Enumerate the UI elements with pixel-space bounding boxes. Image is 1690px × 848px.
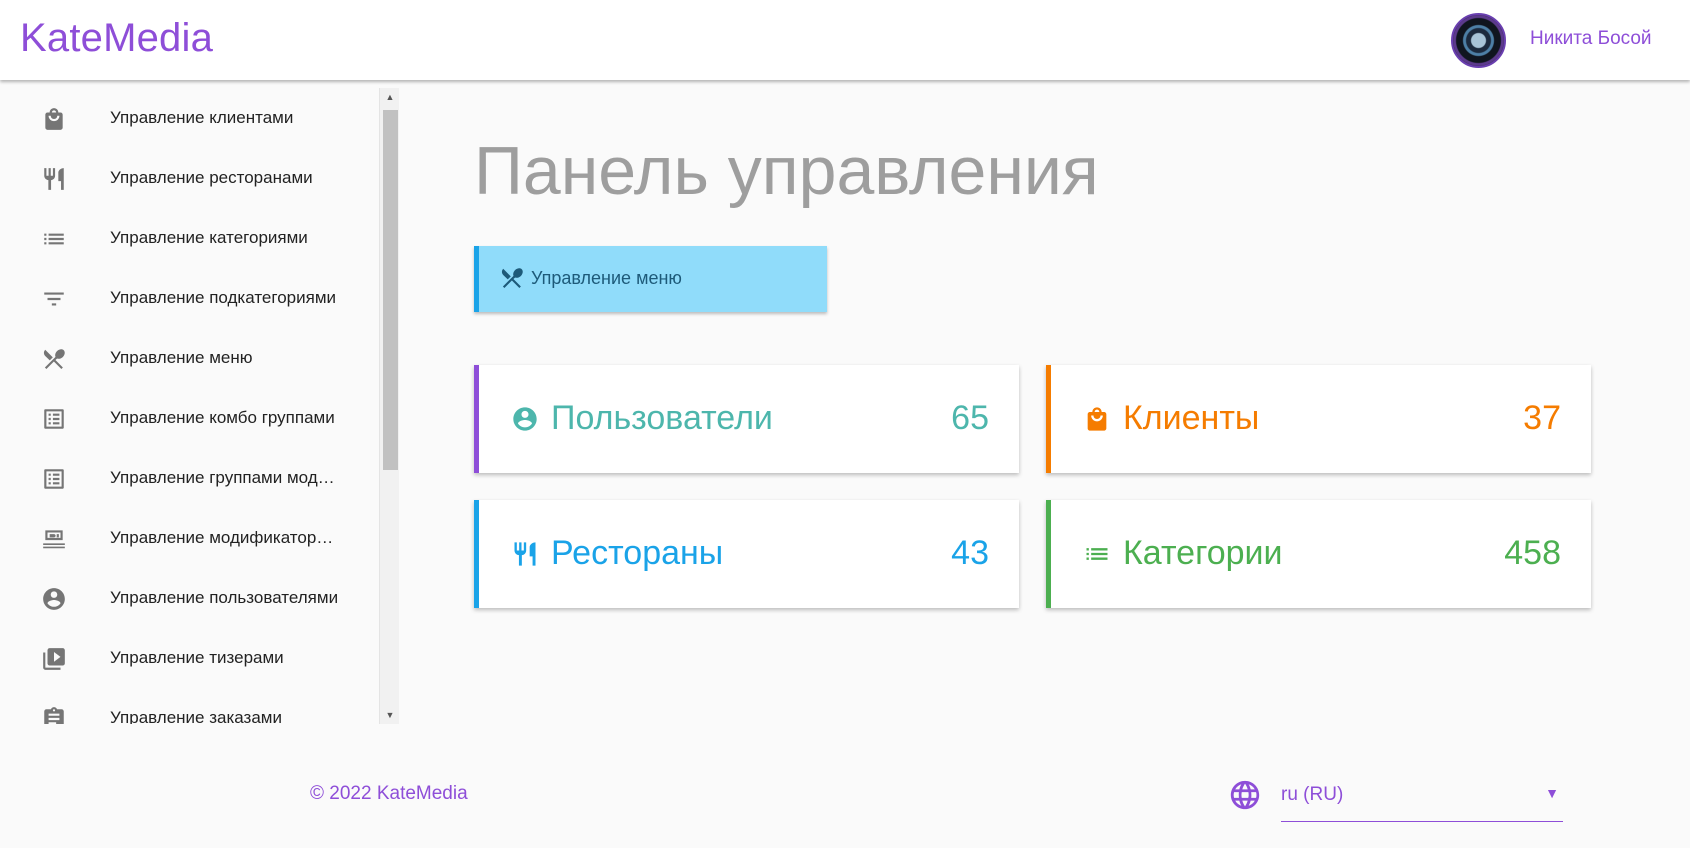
stat-card-label: Пользователи	[551, 399, 773, 437]
account-circle-icon	[511, 405, 539, 433]
language-value: ru (RU)	[1281, 784, 1344, 805]
menu-management-label: Управление меню	[531, 268, 682, 288]
sidebar-scrollbar[interactable]: ▲ ▼	[379, 88, 399, 724]
chevron-down-icon: ▼	[1545, 785, 1559, 801]
language-select[interactable]: ru (RU) ▼	[1281, 772, 1563, 822]
sidebar-item-label: Управление заказами	[110, 708, 282, 724]
stat-card-categories[interactable]: Категории 458	[1046, 500, 1591, 608]
list-icon	[40, 225, 68, 253]
stat-card-users[interactable]: Пользователи 65	[474, 365, 1019, 473]
shopping-bag-icon	[1083, 405, 1111, 433]
fork-knife-icon	[511, 540, 539, 568]
scroll-up-arrow-icon[interactable]: ▲	[380, 88, 400, 106]
sidebar-item-users[interactable]: Управление пользователями	[0, 568, 380, 628]
sidebar-item-label: Управление категориями	[110, 228, 308, 247]
stat-card-label: Категории	[1123, 534, 1283, 572]
sidebar-item-label: Управление подкатегориями	[110, 288, 336, 307]
sidebar-item-combo-groups[interactable]: Управление комбо группами	[0, 388, 380, 448]
shopping-bag-icon	[40, 105, 68, 133]
scroll-down-arrow-icon[interactable]: ▼	[380, 706, 400, 724]
stat-card-restaurants[interactable]: Рестораны 43	[474, 500, 1019, 608]
globe-icon	[1228, 778, 1262, 812]
sidebar-item-label: Управление комбо группами	[110, 408, 335, 427]
utensils-crossed-icon	[40, 345, 68, 373]
video-library-icon	[40, 645, 68, 673]
sidebar-item-orders[interactable]: Управление заказами	[0, 688, 380, 724]
sidebar-item-label: Управление клиентами	[110, 108, 294, 127]
menu-management-button[interactable]: Управление меню	[474, 246, 827, 312]
footer-copyright: © 2022 KateMedia	[310, 783, 468, 804]
fork-knife-icon	[40, 165, 68, 193]
sidebar-item-menu[interactable]: Управление меню	[0, 328, 380, 388]
scrollbar-thumb[interactable]	[383, 110, 398, 470]
brand-logo[interactable]: KateMedia	[20, 16, 213, 61]
sidebar-item-label: Управление пользователями	[110, 588, 339, 607]
sidebar-item-label: Управление меню	[110, 348, 253, 367]
stat-card-label: Клиенты	[1123, 399, 1260, 437]
utensils-crossed-icon	[499, 265, 525, 291]
stat-card-clients[interactable]: Клиенты 37	[1046, 365, 1591, 473]
stat-card-value: 37	[1523, 399, 1561, 437]
stat-card-value: 458	[1504, 534, 1561, 572]
filter-icon	[40, 285, 68, 313]
sidebar-item-restaurants[interactable]: Управление ресторанами	[0, 148, 380, 208]
sidebar-item-categories[interactable]: Управление категориями	[0, 208, 380, 268]
sidebar-item-teasers[interactable]: Управление тизерами	[0, 628, 380, 688]
list-icon	[1083, 540, 1111, 568]
stat-card-value: 65	[951, 399, 989, 437]
sidebar-item-modifiers[interactable]: Управление модификаторами	[0, 508, 380, 568]
page-title: Панель управления	[474, 133, 1099, 209]
top-app-bar: KateMedia Никита Босой	[0, 0, 1690, 80]
sidebar-item-label: Управление модификаторами	[110, 528, 340, 547]
sidebar-nav: Управление клиентами Управление ресторан…	[0, 88, 400, 724]
sidebar-item-modifier-groups[interactable]: Управление группами модификаторов	[0, 448, 380, 508]
list-box-icon	[40, 405, 68, 433]
sidebar-item-label: Управление ресторанами	[110, 168, 313, 187]
account-circle-icon	[40, 585, 68, 613]
user-name[interactable]: Никита Босой	[1530, 28, 1652, 50]
sidebar-item-label: Управление тизерами	[110, 648, 284, 667]
sidebar-item-label: Управление группами модификаторов	[110, 468, 340, 487]
avatar[interactable]	[1451, 13, 1506, 68]
stat-card-label: Рестораны	[551, 534, 724, 572]
sidebar-item-subcategories[interactable]: Управление подкатегориями	[0, 268, 380, 328]
clipboard-icon	[40, 705, 68, 724]
stat-card-value: 43	[951, 534, 989, 572]
dish-icon	[40, 525, 68, 553]
list-box-icon	[40, 465, 68, 493]
sidebar-item-clients[interactable]: Управление клиентами	[0, 88, 380, 148]
